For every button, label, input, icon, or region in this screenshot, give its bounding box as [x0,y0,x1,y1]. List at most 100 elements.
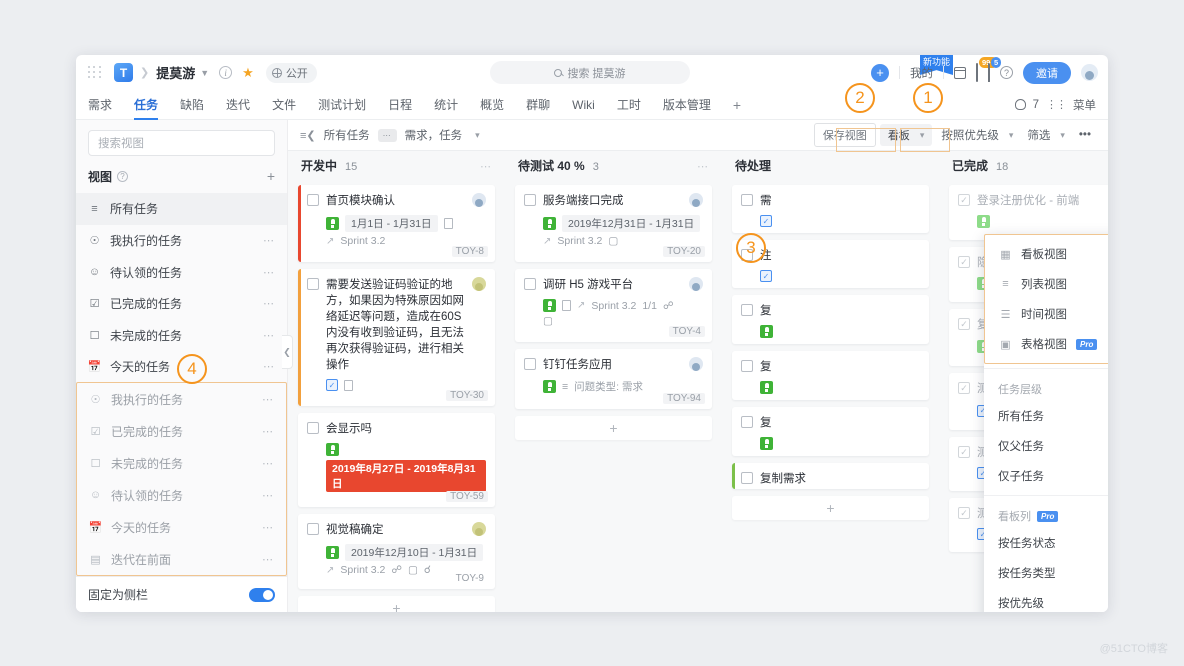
task-checkbox[interactable] [307,278,319,290]
more-options-icon[interactable]: ••• [1074,126,1096,144]
menu-item-list-view[interactable]: ≡ 列表视图 [985,269,1108,299]
view-search-input[interactable]: 搜索视图 [88,130,275,156]
menu-item-by-status[interactable]: 按任务状态 ✓ [984,528,1108,558]
task-checkbox[interactable]: ✓ [958,318,970,330]
tab-group-chat[interactable]: 群聊 [526,90,550,120]
task-checkbox[interactable] [741,194,753,206]
menu-item-by-priority[interactable]: 按优先级 [984,588,1108,612]
task-checkbox[interactable]: ✓ [958,256,970,268]
tab-worktime[interactable]: 工时 [617,90,641,120]
tab-task[interactable]: 任务 [134,90,159,120]
sidebar-item-completed-tasks[interactable]: ☑ 已完成的任务 ⋯ [76,288,287,320]
help-icon[interactable]: ? [1000,66,1013,79]
task-card[interactable]: 复 [732,407,929,456]
item-more-icon[interactable]: ⋯ [262,425,274,438]
chevron-down-icon[interactable]: ▾ [475,130,480,141]
pin-sidebar-toggle[interactable] [249,587,275,602]
task-checkbox[interactable] [307,422,319,434]
add-card-button[interactable]: + [515,416,712,440]
star-icon[interactable]: ★ [242,65,254,81]
save-view-button[interactable]: 保存视图 [813,123,876,147]
chevron-down-icon[interactable]: ▼ [200,68,209,78]
invite-button[interactable]: 邀请 [1023,61,1071,84]
task-checkbox[interactable] [524,358,536,370]
sidebar-dup-item-today-tasks[interactable]: 📅 今天的任务 ⋯ [77,511,286,543]
assignee-avatar[interactable] [472,277,486,291]
my-items-link[interactable]: 我的 [910,65,933,81]
task-card[interactable]: 复制需求 [732,463,929,489]
task-card[interactable]: 会显示吗 2019年8月27日 - 2019年8月31日 TOY-59 [298,413,495,507]
tab-demand[interactable]: 需求 [88,90,112,120]
item-more-icon[interactable]: ⋯ [262,553,274,566]
notifications-button[interactable]: 99+ [976,56,998,82]
tab-schedule[interactable]: 日程 [388,90,412,120]
menu-item-child-only[interactable]: 仅子任务 [984,461,1108,491]
sidebar-collapse-handle[interactable]: ❮ [282,335,293,369]
task-checkbox[interactable]: ✓ [958,446,970,458]
assignee-avatar[interactable] [689,277,703,291]
tab-defect[interactable]: 缺陷 [180,90,204,120]
sidebar-item-incomplete-tasks[interactable]: ☐ 未完成的任务 ⋯ [76,319,287,351]
menu-item-kanban-view[interactable]: ▦ 看板视图 ✓ [985,239,1108,269]
task-card[interactable]: 钉钉任务应用 ≡ 问题类型: 需求 TOY-94 [515,349,712,409]
column-more-icon[interactable]: ⋯ [697,160,709,173]
task-card[interactable]: 调研 H5 游戏平台 ↗ Sprint 3.2 1/1 ☍ ▢ TOY-4 [515,269,712,342]
tab-files[interactable]: 文件 [272,90,296,120]
product-logo-icon[interactable] [114,63,133,82]
tab-test-plan[interactable]: 测试计划 [318,90,366,120]
project-name[interactable]: 提莫游 [156,63,195,82]
item-more-icon[interactable]: ⋯ [262,521,274,534]
visibility-badge[interactable]: 公开 [265,62,317,83]
item-more-icon[interactable]: ⋯ [262,457,274,470]
sidebar-dup-item-unclaimed-tasks[interactable]: ☺ 待认领的任务 ⋯ [77,479,286,511]
members-icon[interactable] [1014,99,1026,110]
task-card[interactable]: 需 ✓ [732,185,929,233]
collapse-list-icon[interactable]: ≡❮ [300,129,316,142]
add-card-button[interactable]: + [298,596,495,612]
sidebar-dup-item-completed-tasks[interactable]: ☑ 已完成的任务 ⋯ [77,415,286,447]
task-card[interactable]: 首页模块确认 1月1日 - 1月31日 ↗ Sprint 3.2 TOY-8 [298,185,495,262]
item-more-icon[interactable]: ⋯ [262,393,274,406]
create-button[interactable]: + [871,63,889,82]
task-card[interactable]: 需要发送验证码验证的地方，如果因为特殊原因如网络延迟等问题，造成在60S内没有收… [298,269,495,406]
task-checkbox[interactable] [307,194,319,206]
add-tab-button[interactable]: + [733,97,741,113]
sidebar-dup-item-my-tasks[interactable]: ☉ 我执行的任务 ⋯ [77,383,286,415]
assignee-avatar[interactable] [689,193,703,207]
task-card[interactable]: 视觉稿确定 2019年12月10日 - 1月31日 ↗ Sprint 3.2 ☍ [298,514,495,589]
sort-button[interactable]: 按照优先级 ▾ [936,124,1018,146]
tab-statistics[interactable]: 统计 [434,90,458,120]
calendar-icon[interactable] [953,66,967,79]
tab-version-management[interactable]: 版本管理 [663,90,711,120]
filter-chip-label[interactable]: 需求，任务 [405,127,463,143]
item-more-icon[interactable]: ⋯ [263,360,275,373]
task-checkbox[interactable] [524,194,536,206]
task-checkbox[interactable] [524,278,536,290]
task-checkbox[interactable]: ✓ [958,507,970,519]
sidebar-item-all-tasks[interactable]: ≡ 所有任务 [76,193,287,225]
menu-item-timeline-view[interactable]: ☰ 时间视图 [985,299,1108,329]
item-more-icon[interactable]: ⋯ [263,329,275,342]
sidebar-item-unclaimed-tasks[interactable]: ☺ 待认领的任务 ⋯ [76,256,287,288]
menu-label[interactable]: 菜单 [1073,97,1096,113]
assignee-avatar[interactable] [472,193,486,207]
tab-wiki[interactable]: Wiki [572,90,595,120]
menu-item-parent-only[interactable]: 仅父任务 ✓ [984,431,1108,461]
filter-button[interactable]: 筛选 ▾ [1022,124,1070,146]
add-card-button[interactable]: + [732,496,929,520]
task-card[interactable]: 服务端接口完成 2019年12月31日 - 1月31日 ↗ Sprint 3.2… [515,185,712,262]
add-view-button[interactable]: + [267,168,275,184]
pin-sidebar-row[interactable]: 固定为侧栏 [76,576,287,612]
task-checkbox[interactable] [307,523,319,535]
task-card[interactable]: 复 [732,351,929,400]
user-avatar[interactable] [1081,64,1098,81]
task-checkbox[interactable] [741,472,753,484]
assignee-avatar[interactable] [472,522,486,536]
view-mode-button[interactable]: 看板 ▾ [879,124,933,146]
messages-button[interactable]: 5 [988,56,1002,82]
search-input[interactable]: 搜索 提莫游 [490,61,690,84]
task-card[interactable]: 复 [732,295,929,344]
sidebar-dup-item-incomplete-tasks[interactable]: ☐ 未完成的任务 ⋯ [77,447,286,479]
item-more-icon[interactable]: ⋯ [263,266,275,279]
task-checkbox[interactable] [741,304,753,316]
